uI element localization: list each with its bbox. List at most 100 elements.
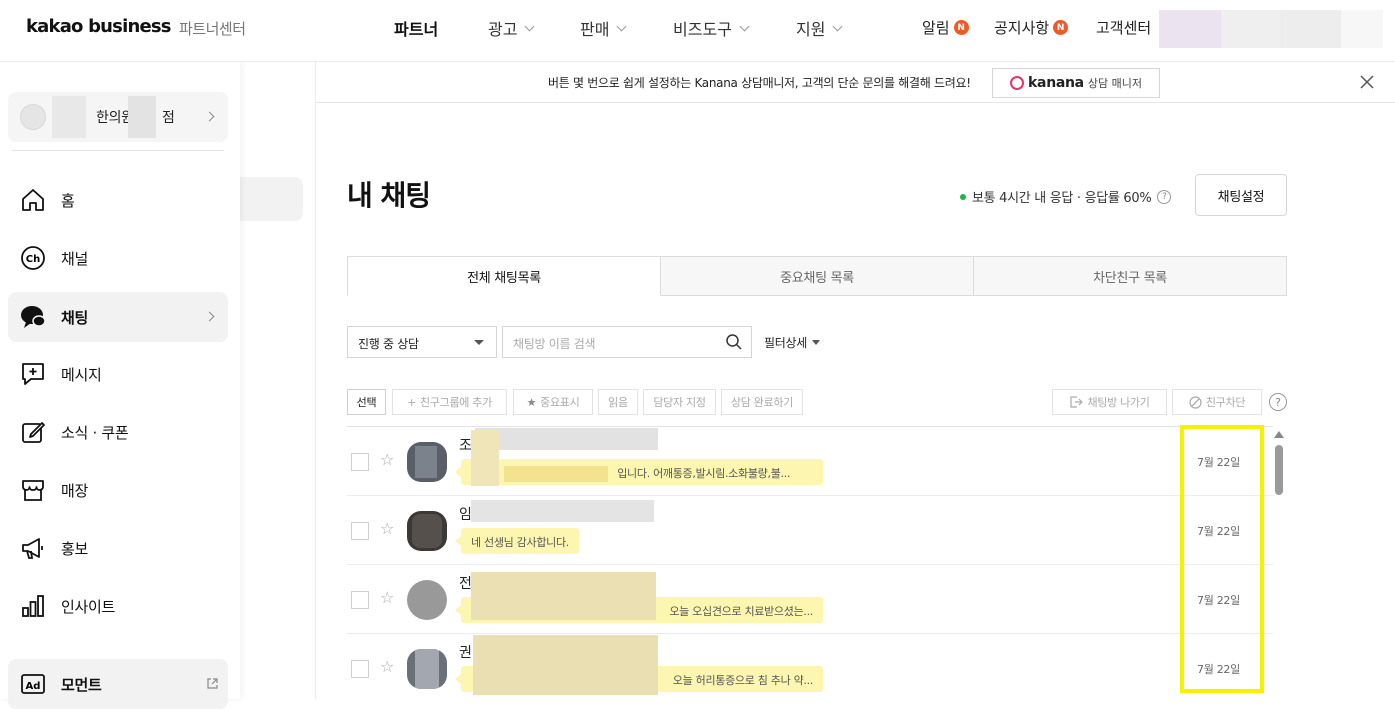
star-icon[interactable]: ☆ [380,658,398,676]
store-selector[interactable]: 한의원 점 [8,92,228,142]
tab-all-chats[interactable]: 전체 채팅목록 [347,256,661,296]
nav-sales-label: 판매 [580,20,610,39]
avatar [407,511,447,551]
message-text: 네 선생님 감사합니다. [471,536,569,549]
notice-banner: 버튼 몇 번으로 쉽게 설정하는 Kanana 상담매니저, 고객의 단순 문의… [316,62,1395,103]
row-checkbox[interactable] [351,660,369,678]
select-button[interactable]: 선택 [347,389,386,415]
response-status: 보통 4시간 내 응답 · 응답률 60% ? [960,187,1172,206]
sidebar-item-channel[interactable]: Ch 채널 [8,233,228,283]
sidebar-item-label: 채팅 [61,309,89,327]
avatar [407,442,447,482]
complete-consult-button[interactable]: 상담 완료하기 [721,389,803,415]
select-label: 선택 [356,396,377,409]
kanana-sub-label: 상담 매니저 [1087,77,1142,90]
redacted-name [475,428,658,450]
notice-text: 버튼 몇 번으로 쉽게 설정하는 Kanana 상담매니저, 고객의 단순 문의… [548,76,971,90]
nav-sales[interactable]: 판매 [580,16,627,40]
assign-manager-button[interactable]: 담당자 지정 [643,389,716,415]
star-icon[interactable]: ☆ [380,589,398,607]
help-icon[interactable]: ? [1157,189,1172,204]
secondary-nav-selected-item[interactable] [240,177,303,221]
chat-settings-button[interactable]: 채팅설정 [1195,174,1287,216]
chat-search-input[interactable]: 채팅방 이름 검색 [502,326,752,358]
redacted-account-area [1221,10,1281,48]
row-checkbox[interactable] [351,591,369,609]
chat-row[interactable]: ☆ 권 오늘 허리통증으로 침 추나 약... 7월 22일 [347,634,1273,703]
caret-down-icon [811,340,820,345]
mark-important-button[interactable]: ★ 중요표시 [513,389,593,415]
mark-read-button[interactable]: 읽음 [598,389,638,415]
row-checkbox[interactable] [351,522,369,540]
page-title: 내 채팅 [347,179,431,212]
chat-last-message: 네 선생님 감사합니다. [455,528,579,554]
search-icon[interactable] [725,333,743,351]
store-icon [22,480,44,501]
sidebar-item-label: 채널 [61,250,89,268]
chat-row[interactable]: ☆ 조 님 입니다. 어깨통증,발시림.소화불량,불... 7월 22일 [347,427,1273,496]
star-icon[interactable]: ☆ [380,451,398,469]
nav-biz-tools[interactable]: 비즈도구 [673,16,750,40]
scroll-up-arrow-icon[interactable] [1274,431,1284,438]
sidebar-item-message[interactable]: 메시지 [8,349,228,399]
home-icon [22,189,44,211]
row-checkbox[interactable] [351,453,369,471]
sidebar-item-news-coupon[interactable]: 소식 · 쿠폰 [8,407,228,457]
channel-icon: Ch [21,246,45,270]
kakao-business-logo[interactable]: kakao business [26,16,172,37]
scroll-thumb[interactable] [1275,445,1283,495]
date-column-highlight [1180,425,1264,693]
tab-blocked-friends[interactable]: 차단친구 목록 [974,256,1287,296]
chat-row[interactable]: ☆ 전 오늘 오십견으로 치료받으셨는... 7월 22일 [347,565,1273,634]
new-badge: N [1053,20,1069,35]
chat-list-scrollbar[interactable] [1272,430,1286,699]
tab-important-chats[interactable]: 중요채팅 목록 [661,256,974,296]
sidebar-item-insight[interactable]: 인사이트 [8,581,228,631]
consult-status-value: 진행 중 상담 [358,337,419,351]
notice-label: 공지사항 [994,19,1050,37]
chevron-down-icon [833,21,843,31]
redacted-account-area [1341,10,1383,48]
chat-row[interactable]: ☆ 임 네 선생님 감사합니다. 7월 22일 [347,496,1273,565]
plus-icon: + [407,395,416,409]
kanana-manager-button[interactable]: kanana 상담 매니저 [992,68,1160,98]
message-text: 오늘 허리통증으로 침 추나 약... [672,674,814,687]
redacted-name [471,500,654,522]
chevron-down-icon [525,21,535,31]
chat-list-tabs: 전체 채팅목록 중요채팅 목록 차단친구 목록 [347,256,1287,296]
sidebar-item-label: 인사이트 [61,598,116,616]
redacted-account-area [1159,10,1221,48]
sidebar-item-moment[interactable]: Ad 모먼트 [8,659,228,709]
sidebar-item-store[interactable]: 매장 [8,465,228,515]
customer-center-link[interactable]: 고객센터 [1096,17,1151,38]
nav-partner[interactable]: 파트너 [394,16,438,40]
leave-chat-button[interactable]: 채팅방 나가기 [1052,389,1167,415]
sidebar-item-home[interactable]: 홈 [8,175,228,225]
chevron-down-icon [617,21,627,31]
star-icon: ★ [526,395,537,409]
partner-center-label[interactable]: 파트너센터 [179,18,246,39]
add-to-group-button[interactable]: + 친구그룹에 추가 [392,389,507,415]
close-icon[interactable] [1359,74,1375,90]
chat-name: 권 [459,645,472,661]
redacted-store-name [52,96,86,138]
nav-support[interactable]: 지원 [796,16,843,40]
help-icon[interactable]: ? [1269,393,1287,411]
consult-status-select[interactable]: 진행 중 상담 [347,326,497,358]
sidebar-item-chat[interactable]: 채팅 [8,292,228,342]
search-placeholder: 채팅방 이름 검색 [513,337,596,351]
alerts-link[interactable]: 알림 N [922,17,969,38]
message-text: 오늘 오십견으로 치료받으셨는... [669,605,813,618]
filter-detail-button[interactable]: 필터상세 [764,334,820,351]
nav-ads[interactable]: 광고 [488,16,535,40]
block-friend-button[interactable]: 친구차단 [1172,389,1262,415]
star-icon[interactable]: ☆ [380,520,398,538]
news-coupon-icon [22,422,45,443]
block-icon [1189,395,1202,409]
nav-ads-label: 광고 [488,20,518,39]
notice-link[interactable]: 공지사항 N [994,17,1069,38]
redacted-store-name [128,96,156,138]
mark-read-label: 읽음 [608,396,628,409]
secondary-nav-panel [240,62,316,699]
sidebar-item-promotion[interactable]: 홍보 [8,523,228,573]
